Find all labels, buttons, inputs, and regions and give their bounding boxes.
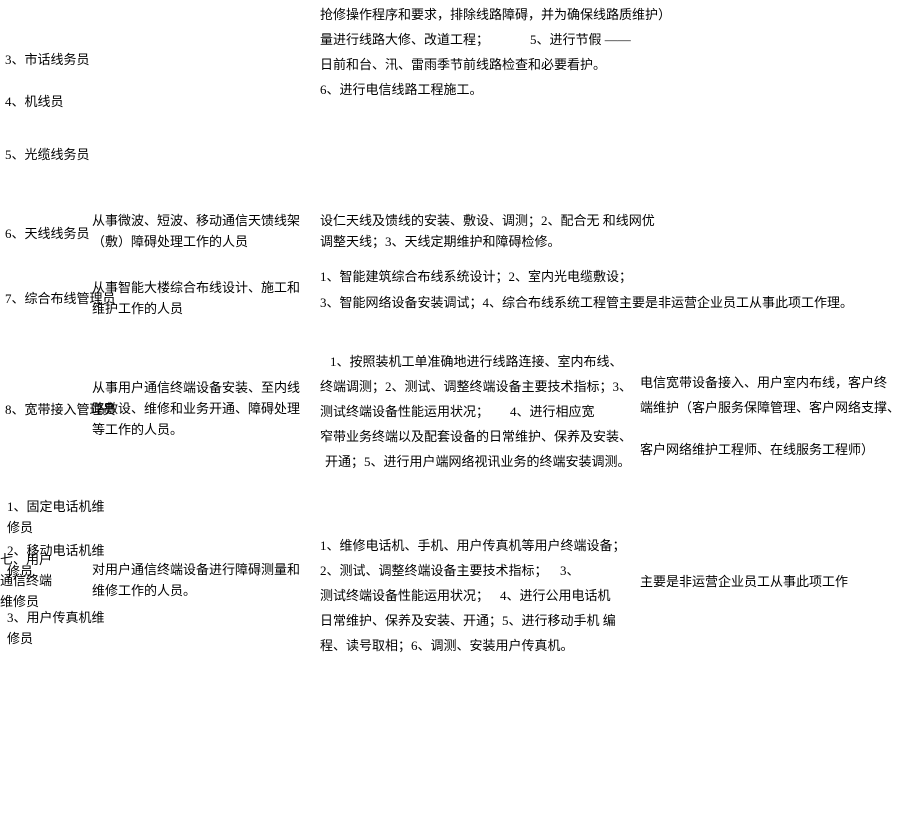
remark-sub: 主要是非运营企业员工从事此项工作 xyxy=(640,572,848,593)
task-8b: 终端调测；2、测试、调整终端设备主要技术指标；3、 xyxy=(320,377,632,398)
task-7b: 3、智能网络设备安装调试；4、综合布线系统工程管主要是非运营企业员工从事此项工作… xyxy=(320,293,910,314)
task-top-line1: 抢修操作程序和要求，排除线路障碍，并为确保线路质维护） xyxy=(320,5,671,26)
task-top-line2b: 5、进行节假 —— xyxy=(530,30,631,51)
remark-8b: 端维护（客户服务保障管理、客户网络支撑、 xyxy=(640,398,900,419)
task-8e: 开通；5、进行用户端网络视讯业务的终端安装调测。 xyxy=(325,452,631,473)
task-top-line2: 量进行线路大修、改道工程； xyxy=(320,30,489,51)
desc-7: 从事智能大楼综合布线设计、施工和维护工作的人员 xyxy=(92,278,312,320)
desc-sub: 对用户通信终端设备进行障碍测量和维修工作的人员。 xyxy=(92,560,312,602)
task-8d: 窄带业务终端以及配套设备的日常维护、保养及安装、 xyxy=(320,427,632,448)
desc-6: 从事微波、短波、移动通信天馈线架（敷）障碍处理工作的人员 xyxy=(92,211,312,253)
category-7: 七、用户通信终端维修员 xyxy=(0,550,60,612)
remark-8a: 电信宽带设备接入、用户室内布线，客户终 xyxy=(640,373,887,394)
task-sub5: 程、读号取相；6、调测、安装用户传真机。 xyxy=(320,636,574,657)
task-sub3b: 4、进行公用电话机 xyxy=(500,586,611,607)
task-8a: 1、按照装机工单准确地进行线路连接、室内布线、 xyxy=(330,352,623,373)
task-7a: 1、智能建筑综合布线系统设计；2、室内光电缆敷设； xyxy=(320,267,632,288)
task-8c2: 4、进行相应宽 xyxy=(510,402,595,423)
item-3: 3、市话线务员 xyxy=(5,50,90,71)
task-top-line3: 日前和台、汛、雷雨季节前线路检查和必要看护。 xyxy=(320,55,606,76)
sub-item-1: 1、固定电话机维修员 xyxy=(7,497,107,539)
item-5: 5、光缆线务员 xyxy=(5,145,90,166)
task-sub1: 1、维修电话机、手机、用户传真机等用户终端设备； xyxy=(320,536,626,557)
item-4: 4、机线员 xyxy=(5,92,64,113)
remark-8c: 客户网络维护工程师、在线服务工程师） xyxy=(640,440,874,461)
task-sub3: 测试终端设备性能运用状况； xyxy=(320,586,489,607)
item-6: 6、天线线务员 xyxy=(5,224,90,245)
desc-8: 从事用户通信终端设备安装、至内线路敷设、维修和业务开通、障碍处理等工作的人员。 xyxy=(92,378,307,440)
task-sub4: 日常维护、保养及安装、开通；5、进行移动手机 编 xyxy=(320,611,616,632)
task-6: 设仁天线及馈线的安装、敷设、调测；2、配合无 和线网优调整天线；3、天线定期维护… xyxy=(320,211,660,253)
task-sub2: 2、测试、调整终端设备主要技术指标； xyxy=(320,561,548,582)
sub-item-3: 3、用户传真机维修员 xyxy=(7,608,107,650)
task-sub2b: 3、 xyxy=(560,561,580,582)
task-top-line4: 6、进行电信线路工程施工。 xyxy=(320,80,483,101)
task-8c: 测试终端设备性能运用状况； xyxy=(320,402,489,423)
